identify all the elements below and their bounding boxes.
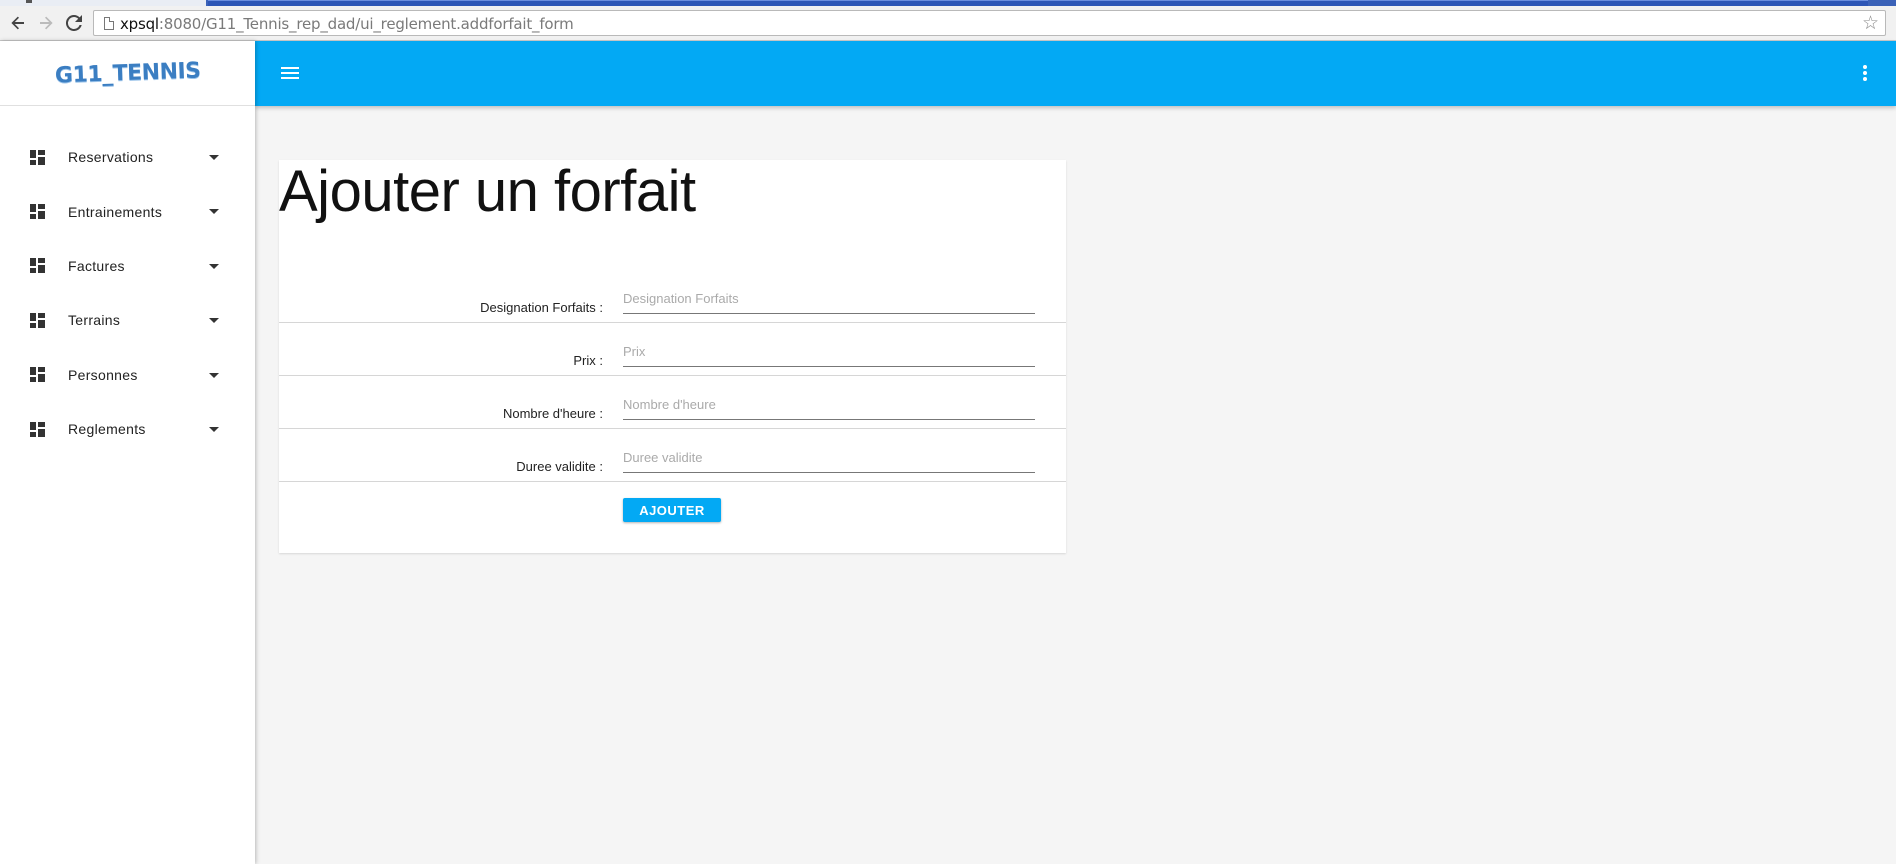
page-icon [104, 17, 114, 30]
tab-close-icon[interactable] [26, 0, 32, 3]
hamburger-menu-icon[interactable] [281, 67, 299, 80]
form-row-nombre-heure: Nombre d'heure : [279, 376, 1066, 429]
sidebar-item-factures[interactable]: Factures [0, 239, 255, 293]
dashboard-icon [30, 312, 45, 328]
arrow-left-icon [11, 16, 24, 30]
add-forfait-card: Ajouter un forfait Designation Forfaits … [279, 159, 1066, 553]
dashboard-icon [30, 258, 45, 274]
duree-validite-label: Duree validite : [516, 459, 603, 474]
sidebar-item-reglements[interactable]: Reglements [0, 402, 255, 456]
chevron-down-icon[interactable] [209, 318, 219, 324]
sidebar: G11_TENNIS Reservations Entrainements Fa… [0, 41, 255, 864]
designation-label: Designation Forfaits : [480, 300, 603, 315]
sidebar-item-label: Factures [68, 257, 125, 274]
sidebar-item-label: Entrainements [68, 203, 163, 220]
sidebar-item-reservations[interactable]: Reservations [0, 130, 255, 184]
sidebar-item-terrains[interactable]: Terrains [0, 293, 255, 347]
dashboard-icon [30, 204, 45, 220]
dashboard-icon [30, 421, 45, 437]
sidebar-menu: Reservations Entrainements Factures Terr… [0, 106, 255, 456]
sidebar-item-entrainements[interactable]: Entrainements [0, 184, 255, 238]
more-vert-icon[interactable] [1855, 65, 1875, 83]
page-title: Ajouter un forfait [279, 159, 696, 224]
dashboard-icon [30, 149, 45, 165]
reload-button[interactable] [63, 12, 85, 34]
sidebar-item-label: Personnes [68, 366, 138, 383]
app-bar [255, 41, 1896, 106]
star-icon[interactable]: ☆ [1862, 12, 1879, 34]
forward-button[interactable] [35, 12, 57, 34]
browser-toolbar: xpsql:8080/G11_Tennis_rep_dad/ui_regleme… [0, 6, 1896, 41]
nombre-heure-input[interactable] [623, 394, 1035, 420]
sidebar-item-label: Terrains [68, 312, 121, 329]
sidebar-item-label: Reglements [68, 421, 146, 438]
form-row-designation: Designation Forfaits : [279, 270, 1066, 323]
brand-logo[interactable]: G11_TENNIS [54, 58, 200, 88]
form-row-prix: Prix : [279, 323, 1066, 376]
address-bar[interactable]: xpsql:8080/G11_Tennis_rep_dad/ui_regleme… [93, 10, 1886, 36]
chevron-down-icon[interactable] [209, 155, 219, 160]
dashboard-icon [30, 367, 45, 383]
back-button[interactable] [7, 12, 29, 34]
brand-header: G11_TENNIS [0, 41, 255, 106]
duree-validite-input[interactable] [623, 447, 1035, 473]
chevron-down-icon[interactable] [209, 263, 219, 269]
designation-input[interactable] [623, 288, 1035, 314]
sidebar-item-label: Reservations [68, 149, 154, 166]
form-row-duree-validite: Duree validite : [279, 429, 1066, 482]
chevron-down-icon[interactable] [209, 372, 219, 378]
arrow-right-icon [40, 16, 53, 30]
prix-label: Prix : [573, 353, 603, 368]
url-text[interactable]: xpsql:8080/G11_Tennis_rep_dad/ui_regleme… [120, 15, 574, 33]
chevron-down-icon[interactable] [209, 209, 219, 215]
reload-icon [66, 15, 82, 31]
add-button[interactable]: AJOUTER [623, 498, 721, 522]
prix-input[interactable] [623, 341, 1035, 367]
chevron-down-icon[interactable] [209, 426, 219, 432]
sidebar-item-personnes[interactable]: Personnes [0, 348, 255, 402]
nombre-heure-label: Nombre d'heure : [502, 406, 603, 421]
